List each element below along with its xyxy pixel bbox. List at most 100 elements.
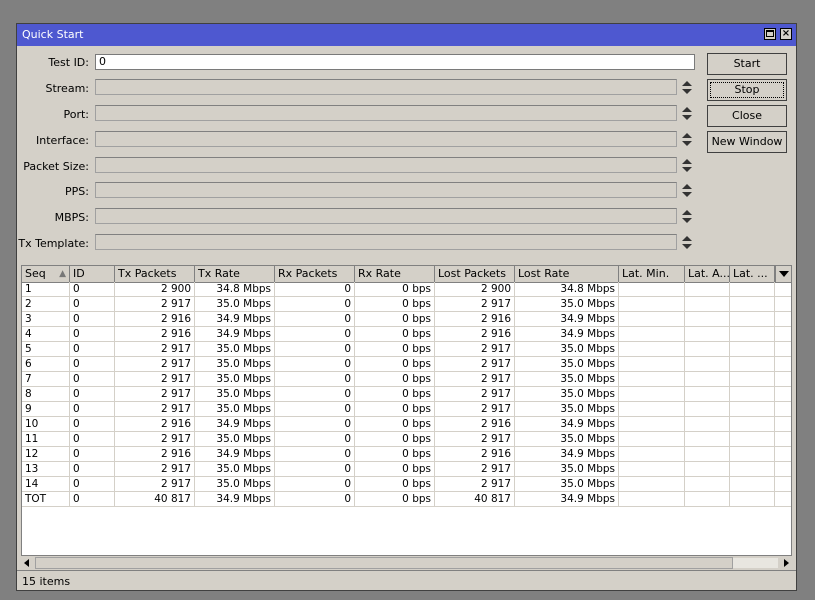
table-row[interactable]: TOT 0 40 817 34.9 Mbps 0 0 bps 40 817 34.9 Mbps: [22, 492, 791, 507]
tx-template-spinner-icon[interactable]: [681, 235, 693, 251]
column-header-lat-min[interactable]: Lat. Min.: [619, 266, 685, 282]
test-id-field[interactable]: 0: [95, 54, 695, 70]
table-cell: 0: [275, 477, 355, 492]
pps-spinner-icon[interactable]: [681, 183, 693, 199]
table-cell: 2 917: [115, 432, 195, 447]
mbps-spinner-icon[interactable]: [681, 209, 693, 225]
table-cell: [619, 492, 685, 507]
table-cell: 2 917: [435, 387, 515, 402]
close-icon[interactable]: ×: [780, 28, 792, 40]
table-cell: 35.0 Mbps: [515, 357, 619, 372]
title-bar[interactable]: Quick Start ×: [17, 24, 796, 46]
mbps-field[interactable]: [95, 208, 677, 224]
table-cell: 0: [275, 372, 355, 387]
table-cell: 0: [70, 387, 115, 402]
table-cell: 9: [22, 402, 70, 417]
table-cell: 2 900: [115, 282, 195, 297]
column-header-lat-avg[interactable]: Lat. A...: [685, 266, 730, 282]
tx-template-field[interactable]: [95, 234, 677, 250]
horizontal-scrollbar[interactable]: [21, 555, 792, 570]
close-button[interactable]: Close: [707, 105, 787, 127]
table-cell: 2 916: [115, 327, 195, 342]
table-cell: 0: [70, 462, 115, 477]
table-row[interactable]: 102 900 34.8 Mbps 0 0 bps 2 900 34.8 Mbps: [22, 282, 791, 297]
column-header-rx-packets[interactable]: Rx Packets: [275, 266, 355, 282]
column-header-lost-rate[interactable]: Lost Rate: [515, 266, 619, 282]
table-row[interactable]: 14 0 2 917 35.0 Mbps 0 0 bps 2 917 35.0 Mbps: [22, 477, 791, 492]
table-cell: 34.9 Mbps: [515, 447, 619, 462]
column-header-lost-packets[interactable]: Lost Packets: [435, 266, 515, 282]
table-row[interactable]: 302 916 34.9 Mbps 0 0 bps 2 916 34.9 Mbps: [22, 312, 791, 327]
table-cell: [730, 477, 775, 492]
table-row[interactable]: 902 917 35.0 Mbps 0 0 bps 2 917 35.0 Mbps: [22, 402, 791, 417]
table-cell: 2 917: [115, 462, 195, 477]
table-cell: [730, 432, 775, 447]
table-row[interactable]: 10 0 2 916 34.9 Mbps 0 0 bps 2 916 34.9 Mbps: [22, 417, 791, 432]
table-cell: 0 bps: [355, 327, 435, 342]
table-cell: 35.0 Mbps: [195, 477, 275, 492]
table-row[interactable]: 12 0 2 916 34.9 Mbps 0 0 bps 2 916 34.9 Mbps: [22, 447, 791, 462]
table-cell: [619, 387, 685, 402]
status-bar: 15 items: [17, 570, 796, 590]
table-row[interactable]: 402 916 34.9 Mbps 0 0 bps 2 916 34.9 Mbps: [22, 327, 791, 342]
interface-field[interactable]: [95, 131, 677, 147]
table-cell: 2 917: [435, 297, 515, 312]
table-cell: 2 917: [435, 462, 515, 477]
table-cell: 2 916: [435, 447, 515, 462]
port-spinner-icon[interactable]: [681, 106, 693, 122]
table-cell: 11: [22, 432, 70, 447]
new-window-button[interactable]: New Window: [707, 131, 787, 153]
table-row[interactable]: 11 0 2 917 35.0 Mbps 0 0 bps 2 917 35.0 Mbps: [22, 432, 791, 447]
table-cell: 2 917: [435, 357, 515, 372]
scroll-thumb[interactable]: [35, 557, 733, 569]
column-header-id[interactable]: ID: [70, 266, 115, 282]
table-cell: 2 917: [435, 342, 515, 357]
table-cell: 34.9 Mbps: [515, 327, 619, 342]
table-cell: 0: [275, 297, 355, 312]
table-cell: [619, 282, 685, 297]
table-row[interactable]: 702 917 35.0 Mbps 0 0 bps 2 917 35.0 Mbps: [22, 372, 791, 387]
table-row[interactable]: 202 917 35.0 Mbps 0 0 bps 2 917 35.0 Mbps: [22, 297, 791, 312]
start-button[interactable]: Start: [707, 53, 787, 75]
pps-field[interactable]: [95, 182, 677, 198]
table-row[interactable]: 13 0 2 917 35.0 Mbps 0 0 bps 2 917 35.0 Mbps: [22, 462, 791, 477]
table-cell: [730, 492, 775, 507]
stop-button[interactable]: Stop: [707, 79, 787, 101]
port-field[interactable]: [95, 105, 677, 121]
packet-size-spinner-icon[interactable]: [681, 158, 693, 174]
stream-spinner-icon[interactable]: [681, 80, 693, 96]
column-header-seq[interactable]: Seq ▲: [22, 266, 70, 282]
table-cell: [730, 327, 775, 342]
table-cell: 0: [70, 432, 115, 447]
table-cell: 0: [275, 282, 355, 297]
table-cell: 34.9 Mbps: [515, 417, 619, 432]
column-header-lat-max[interactable]: Lat. ...: [730, 266, 775, 282]
column-header-tx-packets[interactable]: Tx Packets: [115, 266, 195, 282]
table-row[interactable]: 802 917 35.0 Mbps 0 0 bps 2 917 35.0 Mbps: [22, 387, 791, 402]
table-cell: [730, 312, 775, 327]
table-cell: 2 917: [435, 432, 515, 447]
table-row[interactable]: 502 917 35.0 Mbps 0 0 bps 2 917 35.0 Mbps: [22, 342, 791, 357]
table-cell: 34.9 Mbps: [195, 327, 275, 342]
packet-size-field[interactable]: [95, 157, 677, 173]
test-id-label: Test ID:: [48, 56, 89, 69]
table-cell: [685, 297, 730, 312]
table-cell: 10: [22, 417, 70, 432]
table-cell: 34.9 Mbps: [515, 492, 619, 507]
maximize-icon[interactable]: [764, 28, 776, 40]
scroll-left-icon[interactable]: [24, 559, 29, 567]
table-cell: 0 bps: [355, 312, 435, 327]
column-header-rx-rate[interactable]: Rx Rate: [355, 266, 435, 282]
mbps-label: MBPS:: [54, 211, 89, 224]
table-cell: [619, 342, 685, 357]
column-menu-icon[interactable]: [775, 266, 791, 282]
table-row[interactable]: 602 917 35.0 Mbps 0 0 bps 2 917 35.0 Mbps: [22, 357, 791, 372]
interface-spinner-icon[interactable]: [681, 132, 693, 148]
table-cell: [685, 402, 730, 417]
sort-asc-icon: ▲: [59, 269, 66, 279]
column-header-tx-rate[interactable]: Tx Rate: [195, 266, 275, 282]
table-cell: 35.0 Mbps: [195, 342, 275, 357]
scroll-right-icon[interactable]: [784, 559, 789, 567]
pps-label: PPS:: [65, 185, 89, 198]
stream-field[interactable]: [95, 79, 677, 95]
